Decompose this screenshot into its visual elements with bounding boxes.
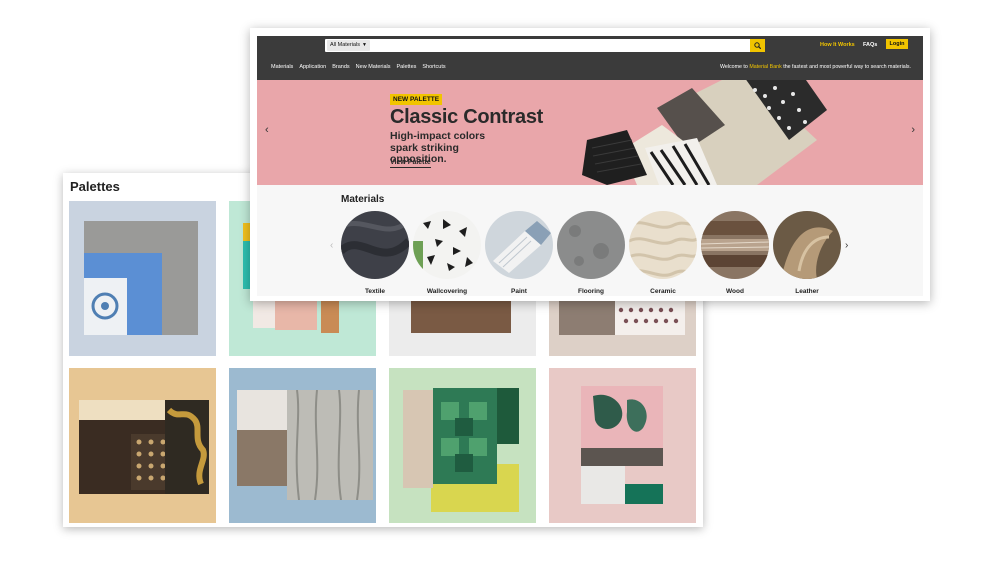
dot-pattern-swatch (615, 301, 685, 335)
material-item-wood[interactable]: Wood (701, 211, 769, 295)
material-label: Flooring (578, 288, 604, 295)
welcome-message: Welcome to Material Bank the fastest and… (720, 64, 911, 70)
emerald-tile-swatch (625, 484, 663, 504)
top-bar: All Materials ▼ How It Works FAQs Login M… (257, 36, 923, 80)
oak-swatch (237, 430, 287, 486)
material-label: Textile (364, 288, 386, 295)
material-item-ceramic[interactable]: Ceramic (629, 211, 697, 295)
pattern-tile-swatch (84, 278, 127, 335)
marble-white-swatch (581, 466, 625, 504)
dark-stone-swatch (581, 448, 663, 466)
chevron-right-icon[interactable]: › (845, 240, 848, 251)
blush-swatch (275, 296, 317, 330)
nav-item-materials[interactable]: Materials (271, 64, 293, 70)
cream-swatch (79, 400, 169, 422)
wood-thumbnail (701, 211, 769, 279)
material-bank-site: All Materials ▼ How It Works FAQs Login M… (257, 36, 923, 296)
search-icon (754, 42, 761, 49)
wood-floor-swatch (411, 301, 511, 333)
material-item-wallcovering[interactable]: Wallcovering (413, 211, 481, 295)
hero-palette-image (582, 80, 827, 185)
palettes-title: Palettes (70, 179, 120, 194)
dark-green-swatch (497, 388, 519, 444)
hero-title: Classic Contrast (390, 106, 544, 128)
ceramic-thumbnail (629, 211, 697, 279)
palette-tile[interactable] (229, 368, 376, 523)
chevron-left-icon[interactable]: ‹ (265, 124, 269, 136)
material-label: Ceramic (650, 288, 676, 295)
chevron-left-icon[interactable]: ‹ (330, 240, 333, 251)
gold-marble-swatch (165, 400, 209, 494)
leather-thumbnail (773, 211, 841, 279)
welcome-suffix: the fastest and most powerful way to sea… (783, 64, 911, 70)
material-label: Wallcovering (426, 288, 468, 295)
nav-item-new-materials[interactable]: New Materials (356, 64, 391, 70)
palette-tile[interactable] (69, 201, 216, 356)
chevron-right-icon[interactable]: › (911, 124, 915, 136)
materials-title: Materials (341, 194, 385, 205)
wallcovering-thumbnail (413, 211, 481, 279)
material-item-flooring[interactable]: Flooring (557, 211, 625, 295)
category-select-label: All Materials (330, 42, 360, 48)
nav-item-brands[interactable]: Brands (332, 64, 349, 70)
material-label: Wood (726, 288, 744, 295)
flooring-thumbnail (557, 211, 625, 279)
green-geometric-swatch (433, 388, 497, 484)
material-item-leather[interactable]: Leather (773, 211, 841, 295)
wood-dowel-swatch (321, 301, 339, 333)
marble-swatch (237, 390, 287, 430)
paint-thumbnail (485, 211, 553, 279)
welcome-prefix: Welcome to (719, 64, 748, 70)
search-input[interactable] (375, 40, 705, 51)
how-it-works-link[interactable]: How It Works (820, 42, 855, 48)
material-item-textile[interactable]: Textile (341, 211, 409, 295)
botanical-print-swatch (581, 386, 663, 448)
hero-banner: ‹ › NEW PALETTE Classic Contrast High-im… (257, 80, 923, 185)
faqs-link[interactable]: FAQs (863, 42, 877, 48)
view-palette-link[interactable]: View Palette (390, 159, 431, 168)
nav-item-shortcuts[interactable]: Shortcuts (422, 64, 445, 70)
chevron-down-icon: ▼ (361, 42, 367, 48)
stone-pattern-swatch (287, 389, 373, 501)
website-screenshot-card: All Materials ▼ How It Works FAQs Login M… (250, 28, 930, 301)
material-label: Leather (795, 288, 819, 295)
palette-tile[interactable] (549, 368, 696, 523)
textile-thumbnail (341, 211, 409, 279)
new-palette-badge: NEW PALETTE (390, 94, 443, 105)
login-button[interactable]: Login (886, 39, 908, 49)
material-item-paint[interactable]: Paint (485, 211, 553, 295)
material-label: Paint (511, 288, 527, 295)
palette-tile[interactable] (69, 368, 216, 523)
category-select[interactable]: All Materials ▼ (327, 40, 370, 51)
main-nav: Materials Application Brands New Materials P… (271, 64, 452, 70)
birch-swatch (403, 390, 433, 488)
gray-wood-swatch (559, 301, 615, 335)
search-bar: All Materials ▼ (325, 39, 765, 52)
search-button[interactable] (750, 39, 765, 52)
brand-link[interactable]: Material Bank (749, 64, 781, 70)
nav-item-application[interactable]: Application (299, 64, 326, 70)
nav-item-palettes[interactable]: Palettes (397, 64, 417, 70)
palette-tile[interactable] (389, 368, 536, 523)
